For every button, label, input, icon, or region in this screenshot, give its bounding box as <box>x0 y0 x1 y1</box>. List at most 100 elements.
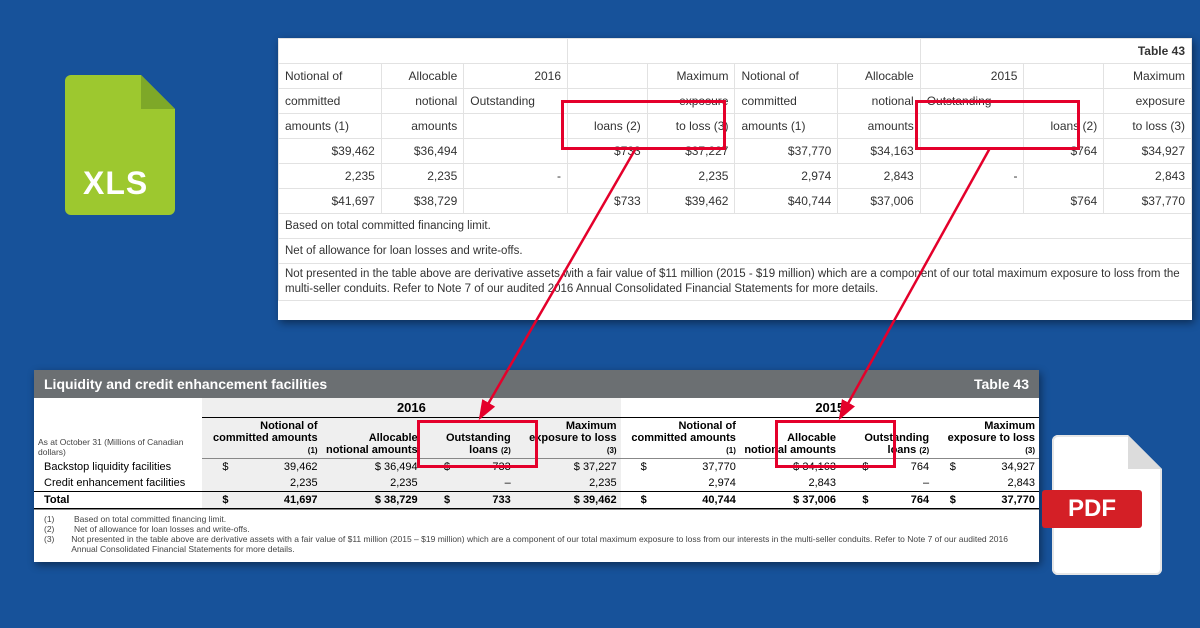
pdf-cell: 2,974 <box>651 475 740 492</box>
xls-cell <box>464 189 568 214</box>
pdf-cell: – <box>454 475 515 492</box>
hdr-year-2016: 2016 <box>464 64 568 89</box>
pdf-cell: 764 <box>872 492 933 509</box>
pdf-cell: 2,235 <box>515 475 621 492</box>
hdr-cell: committed <box>735 89 838 114</box>
pdf-title: Liquidity and credit enhancement facilit… <box>44 376 327 392</box>
xls-cell: $38,729 <box>381 189 463 214</box>
hdr-allocable-1b: Allocable <box>838 64 920 89</box>
pdf-cell: 2,235 <box>322 475 422 492</box>
xls-cell <box>464 139 568 164</box>
highlight-box-top-left <box>561 100 726 150</box>
pdf-cell: $ 39,462 <box>515 492 621 509</box>
pdf-cell: – <box>872 475 933 492</box>
pdf-cell <box>933 475 960 492</box>
hdr-year-2015: 2015 <box>920 64 1024 89</box>
pdf-cell <box>621 475 651 492</box>
pdf-header: Liquidity and credit enhancement facilit… <box>34 370 1039 398</box>
pdf-cell <box>840 475 872 492</box>
pdf-cell: 39,462 <box>232 459 321 476</box>
pdf-cell: $ <box>621 492 651 509</box>
hdr-cell: amounts (1) <box>735 114 838 139</box>
xls-cell: $37,006 <box>838 189 920 214</box>
pdf-cell: 2,235 <box>232 475 321 492</box>
pdf-footnotes: (1) Based on total committed financing li… <box>34 509 1039 562</box>
pdf-col-a: Notional of committed amounts (1) <box>202 418 321 459</box>
pdf-cell: 2,843 <box>740 475 840 492</box>
pdf-cell: 41,697 <box>232 492 321 509</box>
hdr-max-1b: Maximum <box>1104 64 1192 89</box>
footnote-text: Not presented in the table above are der… <box>71 534 1029 554</box>
pdf-cell: $ 37,006 <box>740 492 840 509</box>
pdf-cell: $ <box>933 459 960 476</box>
pdf-row-label: Total <box>34 492 202 509</box>
xls-table: Table 43 Notional of Allocable 2016 Maxi… <box>278 38 1192 301</box>
hdr-notional-1b: Notional of <box>735 64 838 89</box>
hdr-cell: committed <box>279 89 382 114</box>
hdr-max-1: Maximum <box>647 64 735 89</box>
xls-cell: 2,843 <box>1104 164 1192 189</box>
xls-cell: - <box>464 164 568 189</box>
xls-cell: $764 <box>1024 189 1104 214</box>
xls-cell: - <box>920 164 1024 189</box>
xls-cell: $34,163 <box>838 139 920 164</box>
xls-cell <box>920 189 1024 214</box>
xls-cell: $39,462 <box>279 139 382 164</box>
xls-cell: 2,974 <box>735 164 838 189</box>
pdf-cell: 733 <box>454 492 515 509</box>
pdf-year-2016: 2016 <box>202 398 620 418</box>
pdf-year-2015: 2015 <box>621 398 1039 418</box>
highlight-box-bottom-right <box>775 420 896 468</box>
pdf-cell: $ <box>933 492 960 509</box>
footnote-num: (3) <box>44 534 57 554</box>
hdr-cell: amounts (1) <box>279 114 382 139</box>
hdr-cell: exposure <box>1104 89 1192 114</box>
hdr-cell: to loss (3) <box>1104 114 1192 139</box>
footnote-text: Net of allowance for loan losses and wri… <box>74 524 250 534</box>
xls-label: XLS <box>83 165 148 202</box>
hdr-cell: notional <box>381 89 463 114</box>
xls-cell <box>568 164 648 189</box>
xls-cell: $41,697 <box>279 189 382 214</box>
xls-note-2: Net of allowance for loan losses and wri… <box>279 239 1192 264</box>
pdf-cell: 40,744 <box>651 492 740 509</box>
hdr-notional-1: Notional of <box>279 64 382 89</box>
hdr-outstanding: Outstanding <box>464 89 568 114</box>
xls-cell: $36,494 <box>381 139 463 164</box>
highlight-box-top-right <box>915 100 1080 150</box>
footnote-num: (2) <box>44 524 60 534</box>
hdr-cell: amounts <box>381 114 463 139</box>
xls-cell: $37,770 <box>1104 189 1192 214</box>
xls-cell: 2,235 <box>647 164 735 189</box>
pdf-cell: $ <box>202 459 232 476</box>
pdf-table-number: Table 43 <box>974 376 1029 392</box>
xls-cell: $40,744 <box>735 189 838 214</box>
pdf-cell: 37,770 <box>960 492 1039 509</box>
xls-table-panel: Table 43 Notional of Allocable 2016 Maxi… <box>278 38 1192 320</box>
pdf-cell <box>202 475 232 492</box>
pdf-cell: $ 36,494 <box>322 459 422 476</box>
xls-note-3: Not presented in the table above are der… <box>279 264 1192 301</box>
footnote-text: Based on total committed financing limit… <box>74 514 226 524</box>
xls-cell: 2,843 <box>838 164 920 189</box>
xls-cell: 2,235 <box>279 164 382 189</box>
pdf-col-d2: Maximum exposure to loss (3) <box>933 418 1039 459</box>
pdf-col-a2: Notional of committed amounts (1) <box>621 418 740 459</box>
xls-file-icon: XLS <box>65 75 175 215</box>
pdf-cell: 2,843 <box>960 475 1039 492</box>
pdf-label: PDF <box>1042 490 1142 528</box>
footnote-num: (1) <box>44 514 60 524</box>
hdr-cell: notional <box>838 89 920 114</box>
pdf-cell: $ <box>840 492 872 509</box>
xls-table-number: Table 43 <box>920 39 1191 64</box>
xls-cell: $733 <box>568 189 648 214</box>
pdf-cell <box>422 475 454 492</box>
xls-cell: $37,770 <box>735 139 838 164</box>
pdf-cell: $ 38,729 <box>322 492 422 509</box>
hdr-cell: amounts <box>838 114 920 139</box>
xls-note-1: Based on total committed financing limit… <box>279 214 1192 239</box>
pdf-file-icon: PDF <box>1052 435 1162 575</box>
pdf-cell: 37,770 <box>651 459 740 476</box>
pdf-cell: 34,927 <box>960 459 1039 476</box>
xls-cell: $39,462 <box>647 189 735 214</box>
